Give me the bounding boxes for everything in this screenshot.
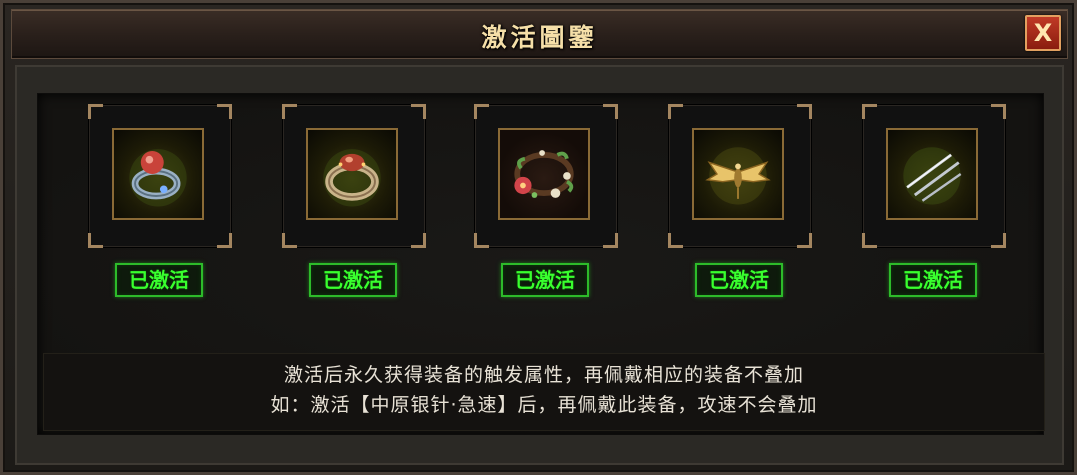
activated-badge: 已激活 xyxy=(501,263,589,297)
activated-badge: 已激活 xyxy=(115,263,203,297)
flower-wreath-icon xyxy=(498,128,590,220)
description-line-2: 如：激活【中原银针·急速】后，再佩戴此装备，攻速不会叠加 xyxy=(270,394,818,416)
item-frame xyxy=(668,104,812,248)
item-slot-2[interactable]: 已激活 xyxy=(282,104,427,297)
ring-with-red-gem-icon xyxy=(112,128,204,220)
description-line-1: 激活后永久获得装备的触发属性，再佩戴相应的装备不叠加 xyxy=(283,364,804,386)
item-frame xyxy=(88,104,232,248)
item-slot-5[interactable]: 已激活 xyxy=(862,104,1007,297)
item-slot-3[interactable]: 已激活 xyxy=(474,104,619,297)
silver-needles-icon xyxy=(886,128,978,220)
activated-badge: 已激活 xyxy=(695,263,783,297)
item-slot-4[interactable]: 已激活 xyxy=(668,104,813,297)
item-slot-1[interactable]: 已激活 xyxy=(88,104,233,297)
item-frame xyxy=(474,104,618,248)
activated-badge: 已激活 xyxy=(889,263,977,297)
activated-badge: 已激活 xyxy=(309,263,397,297)
golden-bat-wings-icon xyxy=(692,128,784,220)
activation-collection-window: 激活圖鑒 X 已激活 已激活 已激活 已激活 已激活 激活后永久获得装备的触发属… xyxy=(0,0,1077,475)
item-frame xyxy=(862,104,1006,248)
content-panel: 已激活 已激活 已激活 已激活 已激活 激活后永久获得装备的触发属性，再佩戴相应… xyxy=(15,65,1064,465)
window-title: 激活圖鑒 xyxy=(481,23,598,52)
close-button[interactable]: X xyxy=(1025,15,1061,51)
description-box: 激活后永久获得装备的触发属性，再佩戴相应的装备不叠加 如：激活【中原银针·急速】… xyxy=(43,353,1045,431)
title-bar: 激活圖鑒 X xyxy=(11,9,1068,59)
gold-ring-with-red-gem-icon xyxy=(306,128,398,220)
item-frame xyxy=(282,104,426,248)
close-icon: X xyxy=(1033,19,1053,47)
